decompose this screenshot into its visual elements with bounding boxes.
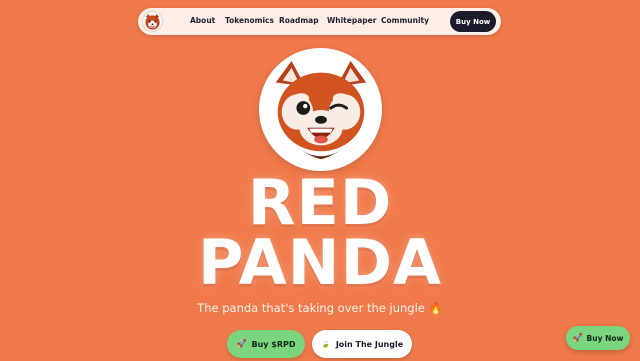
nav-link-community[interactable]: Community xyxy=(381,16,429,25)
nav-link-whitepaper[interactable]: Whitepaper xyxy=(327,16,376,25)
floating-buy-now-label: Buy Now xyxy=(586,333,624,343)
red-panda-logo-icon[interactable] xyxy=(142,11,163,32)
rocket-icon: 🚀 xyxy=(572,333,583,342)
buy-rpd-button[interactable]: 🚀 Buy $RPD xyxy=(227,330,305,358)
red-panda-logo-graphic xyxy=(145,13,160,30)
hero-tagline: The panda that's taking over the jungle … xyxy=(197,301,443,315)
rocket-icon: 🚀 xyxy=(236,339,247,348)
top-navbar: About Tokenomics Roadmap Whitepaper Comm… xyxy=(138,8,501,35)
buy-rpd-label: Buy $RPD xyxy=(251,339,296,349)
join-the-jungle-button[interactable]: 🍃 Join The Jungle xyxy=(312,330,412,358)
leaf-icon: 🍃 xyxy=(320,339,331,348)
nav-link-tokenomics[interactable]: Tokenomics xyxy=(225,16,274,25)
red-panda-mascot-graphic xyxy=(275,60,366,159)
nav-buy-now-button[interactable]: Buy Now xyxy=(450,11,496,32)
red-panda-mascot-icon xyxy=(259,48,382,171)
join-the-jungle-label: Join The Jungle xyxy=(335,339,404,349)
floating-buy-now-button[interactable]: 🚀 Buy Now xyxy=(566,326,630,350)
nav-link-about[interactable]: About xyxy=(190,16,215,25)
nav-link-roadmap[interactable]: Roadmap xyxy=(279,16,319,25)
hero-title-line-2: PANDA xyxy=(197,226,443,299)
